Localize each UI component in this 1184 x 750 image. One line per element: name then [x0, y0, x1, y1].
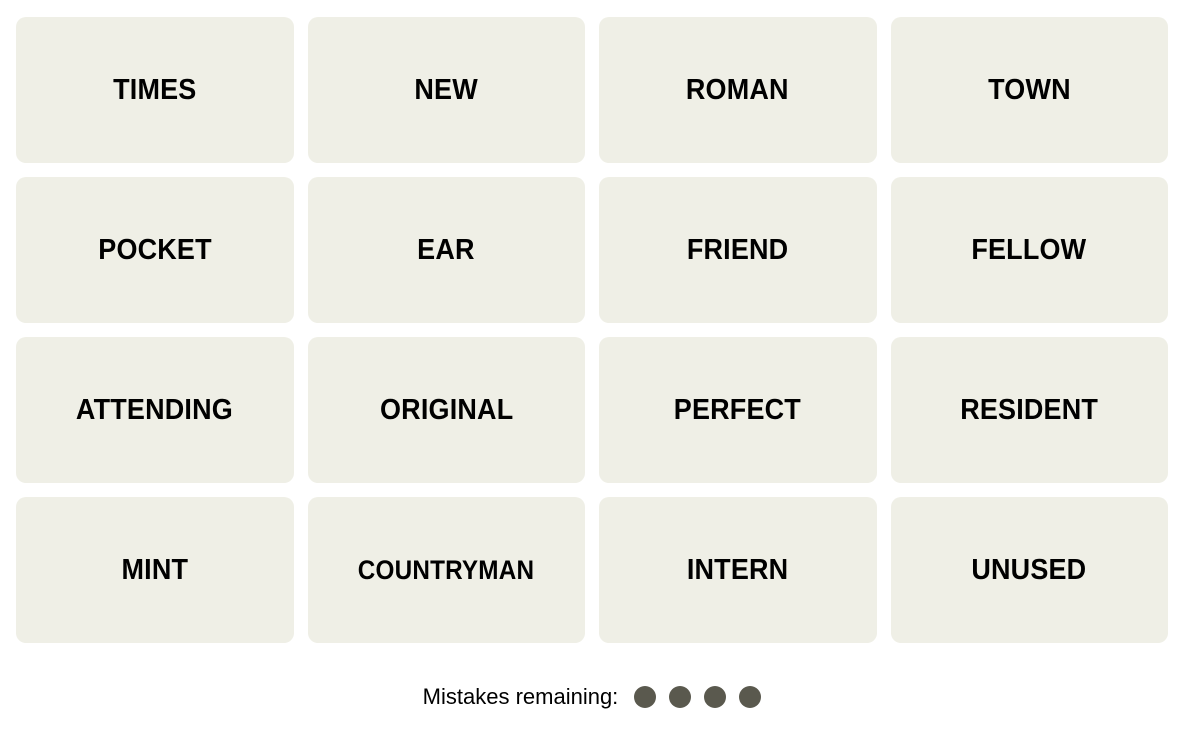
mistake-dot-icon: [634, 686, 657, 708]
word-tile-label: POCKET: [97, 233, 212, 266]
word-tile-resident[interactable]: RESIDENT: [890, 337, 1168, 483]
word-tile-label: UNUSED: [971, 553, 1087, 586]
word-tile-roman[interactable]: ROMAN: [599, 17, 877, 163]
word-tile-label: EAR: [417, 233, 476, 266]
word-tile-original[interactable]: ORIGINAL: [307, 337, 585, 483]
word-tile-label: TIMES: [113, 73, 197, 106]
word-tile-perfect[interactable]: PERFECT: [599, 337, 877, 483]
word-tile-label: FELLOW: [971, 233, 1087, 266]
word-tile-new[interactable]: NEW: [307, 17, 585, 163]
word-tile-mint[interactable]: MINT: [16, 497, 294, 643]
word-tile-label: TOWN: [987, 73, 1071, 106]
mistake-dot-icon: [669, 686, 692, 708]
word-tile-attending[interactable]: ATTENDING: [16, 337, 294, 483]
word-tile-label: FRIEND: [686, 233, 789, 266]
mistakes-remaining-label: Mistakes remaining:: [422, 684, 619, 709]
word-tile-label: RESIDENT: [960, 393, 1099, 426]
word-tile-unused[interactable]: UNUSED: [890, 497, 1168, 643]
word-tile-pocket[interactable]: POCKET: [16, 177, 294, 323]
mistakes-remaining-dots: [634, 686, 762, 708]
word-tile-label: COUNTRYMAN: [358, 554, 535, 585]
connections-game-board: TIMES NEW ROMAN TOWN POCKET EAR FRIEND F…: [0, 0, 1184, 750]
word-tile-fellow[interactable]: FELLOW: [890, 177, 1168, 323]
mistakes-remaining-row: Mistakes remaining:: [0, 686, 1184, 708]
word-tile-label: ROMAN: [686, 73, 790, 106]
word-tile-label: ATTENDING: [76, 393, 234, 426]
word-tile-countryman[interactable]: COUNTRYMAN: [307, 497, 585, 643]
word-tile-label: NEW: [414, 73, 478, 106]
word-tile-label: PERFECT: [674, 393, 802, 426]
word-tile-ear[interactable]: EAR: [307, 177, 585, 323]
word-tile-label: ORIGINAL: [379, 393, 513, 426]
word-tile-friend[interactable]: FRIEND: [599, 177, 877, 323]
word-tile-intern[interactable]: INTERN: [599, 497, 877, 643]
word-tile-label: INTERN: [686, 553, 789, 586]
word-tile-times[interactable]: TIMES: [16, 17, 294, 163]
word-tile-grid: TIMES NEW ROMAN TOWN POCKET EAR FRIEND F…: [16, 17, 1168, 643]
mistake-dot-icon: [704, 686, 727, 708]
mistake-dot-icon: [739, 686, 762, 708]
word-tile-town[interactable]: TOWN: [890, 17, 1168, 163]
word-tile-label: MINT: [121, 553, 189, 586]
